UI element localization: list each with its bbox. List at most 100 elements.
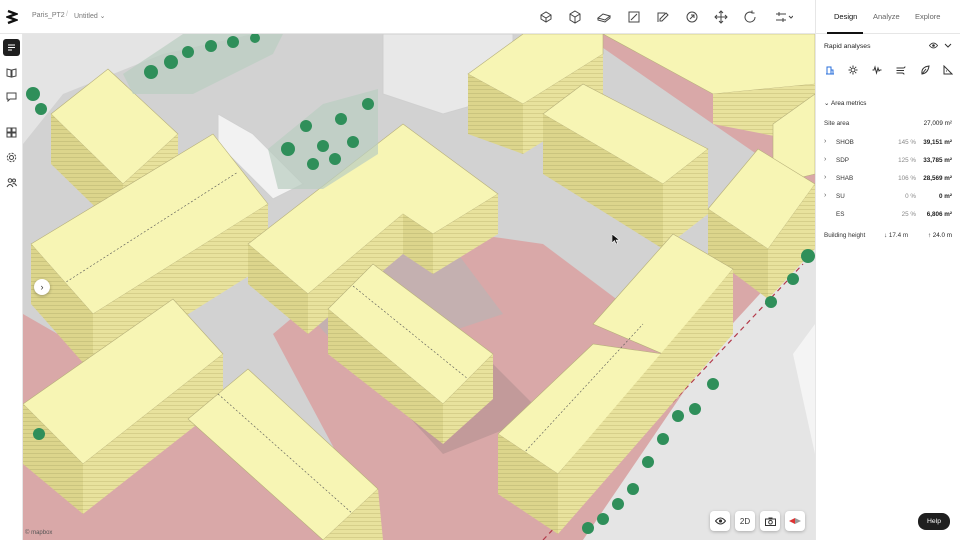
refresh-icon — [744, 10, 756, 23]
chevron-right-icon: › — [824, 174, 827, 181]
file-name-dropdown[interactable]: Untitled ⌄ — [74, 12, 106, 20]
waveform-icon — [872, 64, 882, 75]
metric-percent: 125 % — [898, 157, 916, 164]
area-tool[interactable] — [625, 8, 643, 26]
metric-label: SU — [836, 193, 845, 200]
chevron-right-icon: › — [824, 156, 827, 163]
sidebar-item-settings[interactable] — [3, 149, 20, 166]
grid-icon — [6, 127, 17, 138]
sidebar-item-users[interactable] — [3, 174, 20, 191]
metric-row-es: ES 25 % 6,806 m² — [824, 211, 952, 223]
site-area-label: Site area — [824, 120, 850, 127]
help-button[interactable]: Help — [918, 513, 950, 530]
building-icon — [825, 66, 834, 74]
settings-icon — [6, 152, 17, 163]
move-icon — [714, 10, 728, 24]
min-height: ↓ 17.4 m — [884, 232, 908, 239]
edit-tool[interactable] — [654, 8, 672, 26]
view-mode-label: 2D — [739, 516, 751, 526]
screenshot-button[interactable] — [760, 511, 780, 531]
metric-value: 28,569 m² — [923, 175, 952, 182]
metric-row-su[interactable]: › SU 0 % 0 m² — [824, 192, 952, 205]
sidebar-item-layers[interactable] — [3, 39, 20, 56]
analysis-type-toolbar — [824, 64, 954, 75]
metric-row-shob[interactable]: › SHOB 145 % 39,151 m² — [824, 138, 952, 151]
tab-explore[interactable]: Explore — [915, 12, 940, 21]
building-height-label: Building height — [824, 232, 866, 239]
move-tool[interactable] — [712, 8, 730, 26]
max-height: ↑ 24.0 m — [928, 232, 952, 239]
app-window: Paris_PT2 / Untitled ⌄ Design Analyze Ex… — [0, 0, 960, 540]
area-metrics-title: Area metrics — [831, 100, 867, 107]
visibility-button[interactable] — [710, 511, 730, 531]
site-area-row: Site area 27,009 m² — [824, 120, 952, 132]
cube-icon — [569, 10, 581, 24]
top-bar: Paris_PT2 / Untitled ⌄ Design Analyze Ex… — [0, 0, 960, 34]
panel-actions — [929, 42, 952, 49]
slope-icon — [943, 64, 954, 74]
area-metrics-section-toggle[interactable]: ⌄ Area metrics — [824, 100, 866, 107]
cube-tool[interactable] — [566, 8, 584, 26]
max-height-value: 24.0 m — [932, 232, 952, 239]
tab-design[interactable]: Design — [834, 12, 857, 21]
min-height-value: 17.4 m — [888, 232, 909, 239]
analysis-panel: Rapid analyses ⌄ Area metrics Site area … — [815, 34, 960, 540]
building-height-row: Building height ↓ 17.4 m ↑ 24.0 m — [824, 232, 952, 244]
metric-value: 6,806 m² — [926, 211, 952, 218]
comment-icon — [6, 92, 17, 102]
box-tool[interactable] — [537, 8, 555, 26]
wind-icon — [896, 65, 906, 75]
project-name[interactable]: Paris_PT2 — [32, 12, 65, 19]
site-area-value: 27,009 m² — [923, 120, 952, 127]
eye-icon[interactable] — [929, 42, 938, 49]
analysis-sun-button[interactable] — [848, 64, 859, 75]
left-sidebar — [0, 34, 23, 540]
view-mode-toggle[interactable]: 2D — [735, 511, 755, 531]
analysis-buildings-button[interactable] — [824, 64, 835, 75]
analysis-vegetation-button[interactable] — [919, 64, 930, 75]
extrude-tool[interactable] — [595, 8, 613, 26]
analysis-noise-button[interactable] — [872, 64, 883, 75]
metric-row-shab[interactable]: › SHAB 106 % 28,569 m² — [824, 174, 952, 187]
file-name: Untitled — [74, 13, 98, 20]
mouse-cursor-icon — [612, 234, 620, 244]
compass-button[interactable] — [785, 511, 805, 531]
metric-row-sdp[interactable]: › SDP 125 % 33,785 m² — [824, 156, 952, 169]
map-viewport[interactable]: › 2D © mapbox — [23, 34, 815, 540]
app-logo[interactable] — [6, 9, 18, 25]
metric-percent: 0 % — [905, 193, 916, 200]
metric-percent: 145 % — [898, 139, 916, 146]
metric-label: SHAB — [836, 175, 854, 182]
panel-title: Rapid analyses — [824, 43, 871, 50]
layers-icon — [8, 44, 15, 51]
metric-value: 0 m² — [939, 193, 952, 200]
refresh-tool[interactable] — [741, 8, 759, 26]
tab-analyze[interactable]: Analyze — [873, 12, 900, 21]
rotate-tool[interactable] — [683, 8, 701, 26]
analysis-slope-button[interactable] — [943, 64, 954, 75]
sliders-icon — [776, 12, 793, 22]
metric-label: ES — [836, 211, 845, 218]
sidebar-item-book[interactable] — [3, 64, 20, 81]
analysis-wind-button[interactable] — [895, 64, 906, 75]
eye-icon — [714, 517, 726, 525]
sidebar-item-grid[interactable] — [3, 124, 20, 141]
top-divider — [815, 0, 816, 34]
metric-value: 39,151 m² — [923, 139, 952, 146]
metric-percent: 106 % — [898, 175, 916, 182]
chevron-down-icon[interactable] — [944, 42, 952, 49]
users-icon — [6, 178, 17, 188]
expand-panel-button[interactable]: › — [34, 279, 50, 295]
sidebar-item-comments[interactable] — [3, 88, 20, 105]
book-icon — [6, 68, 17, 78]
extrude-icon — [597, 13, 611, 23]
3d-scene[interactable] — [23, 34, 815, 540]
edit-icon — [657, 12, 669, 22]
metric-percent: 25 % — [901, 211, 916, 218]
box-icon — [540, 11, 552, 23]
metric-label: SHOB — [836, 139, 854, 146]
sun-icon — [848, 65, 858, 74]
metric-label: SDP — [836, 157, 849, 164]
breadcrumb-separator: / — [66, 11, 68, 18]
sliders-tool[interactable] — [772, 8, 796, 26]
